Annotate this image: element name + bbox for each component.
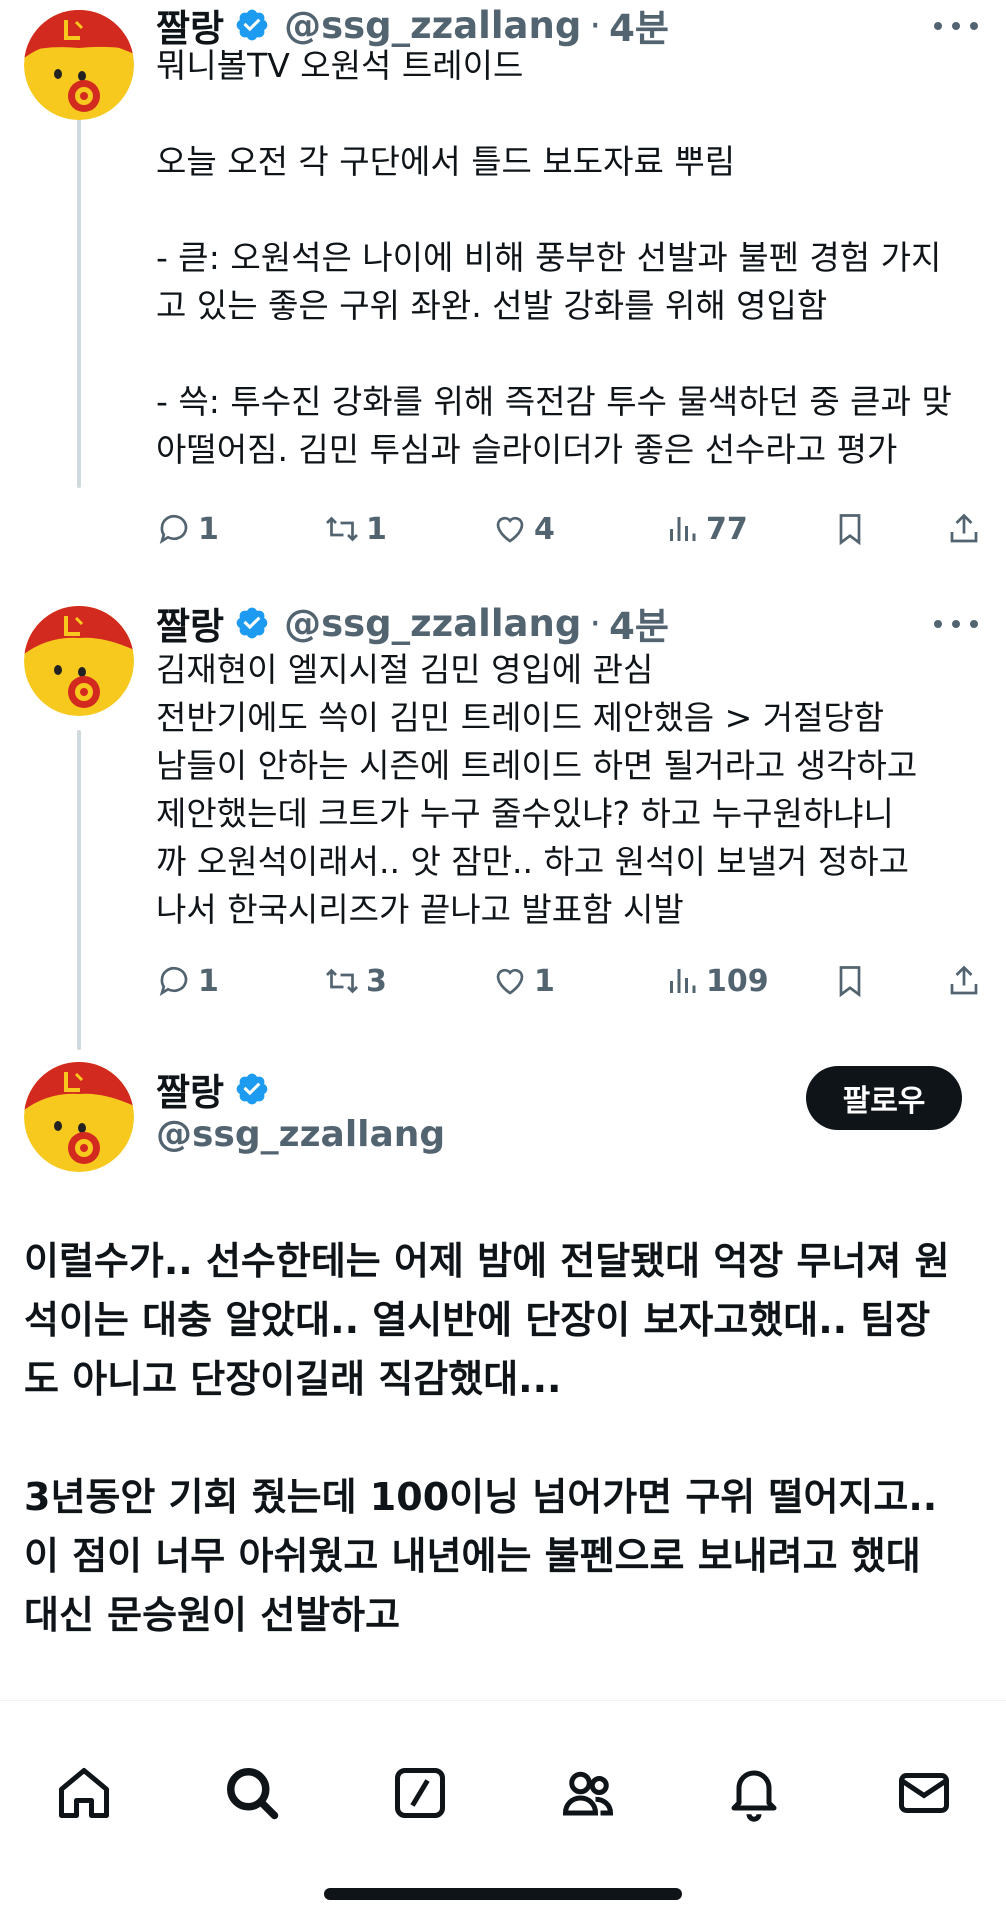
search-icon [227,1768,279,1820]
verified-badge-icon [234,7,270,43]
views-button[interactable]: 77 [664,504,748,554]
heart-icon [496,968,524,995]
retweet-count: 3 [366,963,387,999]
nav-messages[interactable] [892,1761,956,1825]
nav-home[interactable] [52,1761,116,1825]
reply-button[interactable]: 1 [156,956,219,1006]
retweet-icon [326,968,358,994]
like-button[interactable]: 4 [492,504,555,554]
bottom-nav [0,1700,1006,1920]
reply-button[interactable]: 1 [156,504,219,554]
bookmark-button[interactable] [832,504,868,554]
nav-grok[interactable] [388,1761,452,1825]
views-icon [670,969,696,993]
handle[interactable]: @ssg_zzallang [284,602,581,645]
separator-dot: · [589,601,602,645]
reply-icon [159,966,188,997]
reply-icon [159,514,188,545]
nav-notifications[interactable] [722,1761,786,1825]
retweet-button[interactable]: 1 [324,504,387,554]
notifications-icon [731,1770,777,1822]
views-button[interactable]: 109 [664,956,769,1006]
heart-icon [496,516,524,543]
follow-button[interactable]: 팔로우 [806,1066,962,1130]
tweet-text: 뭐니볼TV 오원석 트레이드 오늘 오전 각 구단에서 틀드 보도자료 뿌림 -… [156,46,952,469]
verified-badge-icon [234,605,270,641]
main-tweet-header: 짤랑 [156,1062,270,1116]
more-options-icon[interactable] [934,614,978,634]
avatar[interactable] [24,1062,134,1172]
tweet-text: 김재현이 엘지시절 김민 영입에 관심 전반기에도 쓱이 김민 트레이드 제안했… [156,650,918,929]
display-name[interactable]: 짤랑 [156,1062,224,1116]
like-button[interactable]: 1 [492,956,555,1006]
views-count: 109 [706,963,769,999]
more-options-icon[interactable] [934,16,978,36]
tweet-actions: 1 1 4 77 [156,504,986,554]
handle[interactable]: @ssg_zzallang [156,1114,445,1155]
grok-icon [395,1768,445,1818]
separator-dot: · [589,3,602,47]
thread-line [77,108,81,488]
tweet-header: 짤랑 @ssg_zzallang · 4분 [156,596,669,650]
handle[interactable]: @ssg_zzallang [284,4,581,47]
tweet-actions: 1 3 1 109 [156,956,986,1006]
share-icon [950,513,978,543]
retweet-count: 1 [366,511,387,547]
thread-line [77,730,81,1050]
home-icon [59,1768,109,1818]
retweet-icon [326,516,358,542]
reply-count: 1 [198,511,219,547]
share-button[interactable] [946,504,982,554]
bookmark-icon [839,966,861,998]
share-icon [950,965,978,995]
messages-icon [899,1773,949,1813]
share-button[interactable] [946,956,982,1006]
verified-badge-icon [234,1071,270,1107]
timestamp[interactable]: 4분 [609,596,669,650]
like-count: 4 [534,511,555,547]
nav-search[interactable] [220,1761,284,1825]
display-name[interactable]: 짤랑 [156,596,224,650]
avatar[interactable] [24,10,134,120]
retweet-button[interactable]: 3 [324,956,387,1006]
reply-count: 1 [198,963,219,999]
views-count: 77 [706,511,748,547]
communities-icon [562,1771,614,1816]
main-tweet-text: 이럴수가.. 선수한테는 어제 밤에 전달됐대 억장 무너져 원 석이는 대충 … [24,1239,950,1637]
home-indicator[interactable] [324,1888,682,1900]
nav-communities[interactable] [556,1761,620,1825]
bookmark-button[interactable] [832,956,868,1006]
bookmark-icon [839,514,861,546]
like-count: 1 [534,963,555,999]
views-icon [670,517,696,541]
avatar[interactable] [24,606,134,716]
